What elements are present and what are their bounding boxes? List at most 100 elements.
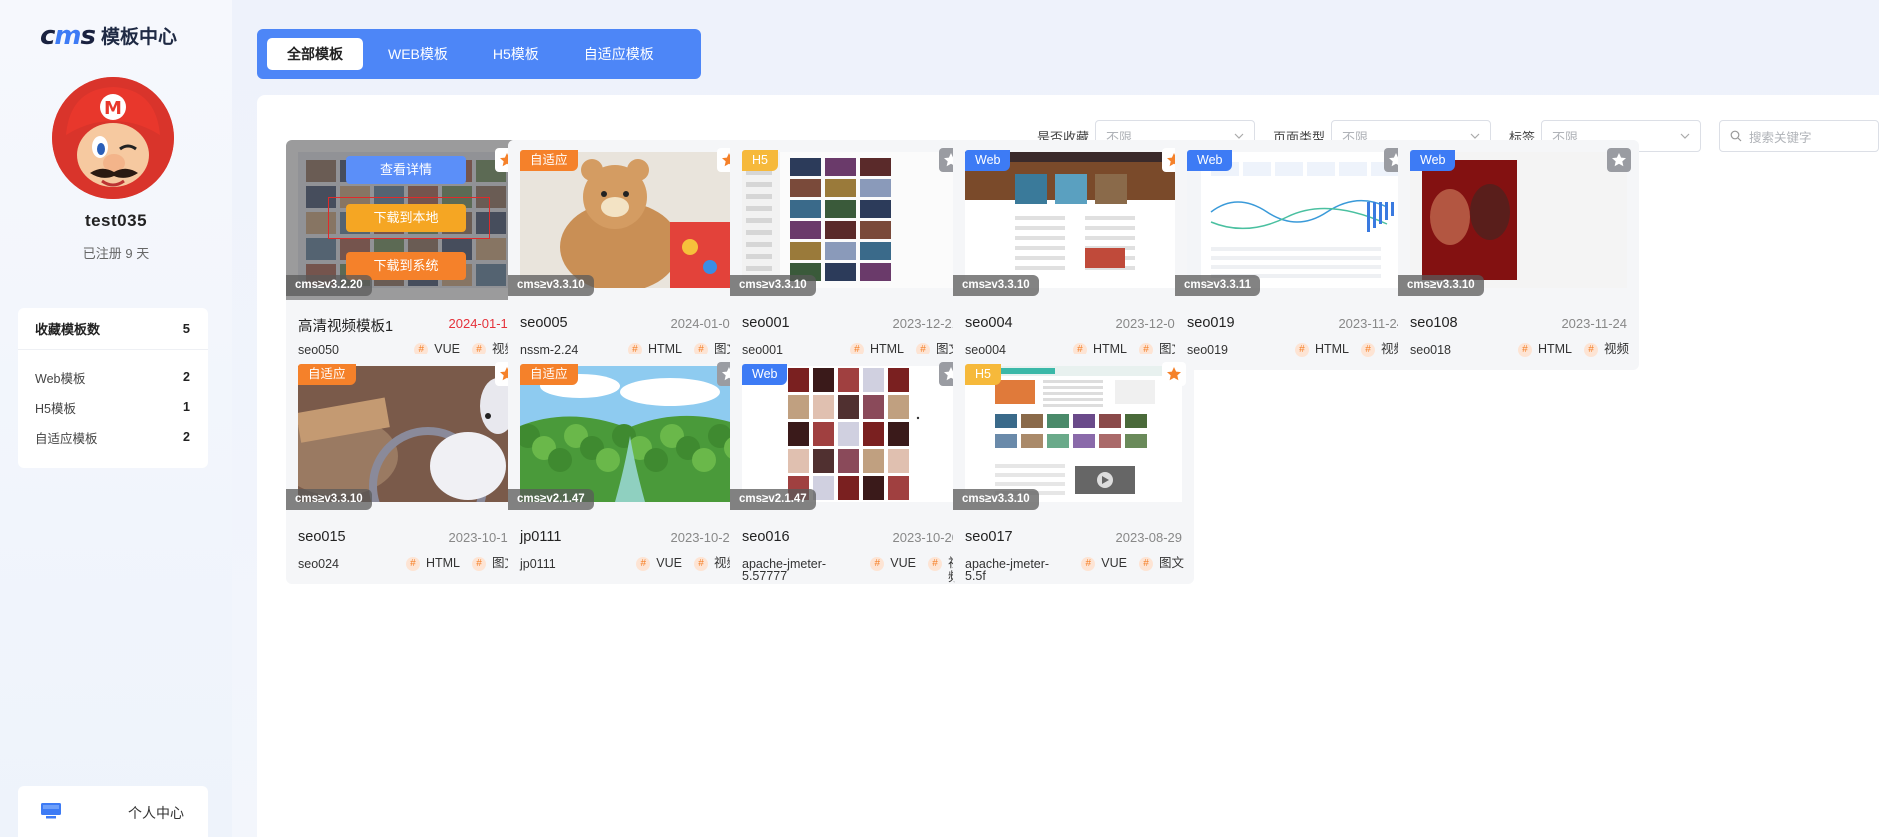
tag-label: 图文 [1158, 556, 1184, 570]
favorites-item-web[interactable]: Web模板 2 [18, 362, 208, 392]
tag-chip[interactable]: # HTML [1294, 342, 1349, 357]
avatar[interactable]: M [52, 77, 174, 199]
version-badge: cms≥v2.1.47 [508, 489, 594, 510]
favorites-item-adaptive[interactable]: 自适应模板 2 [18, 422, 208, 452]
template-card[interactable]: 自适应 cms≥v3.3.10 seo015 2023-10-18 seo024… [286, 354, 527, 584]
card-thumbnail[interactable]: H5 cms≥v3.3.10 [953, 354, 1194, 514]
card-thumbnail[interactable]: 自适应 cms≥v3.3.10 [286, 354, 527, 514]
main-panel: 是否收藏 不限 页面类型 不限 标签 不限 搜索关键字 查看详情 下载到本地 下… [257, 95, 1879, 837]
tag-chip[interactable]: # 视频 [1583, 342, 1629, 357]
card-date: 2023-10-20 [670, 530, 738, 545]
card-title[interactable]: seo019 [1187, 315, 1235, 331]
favorites-title: 收藏模板数 [35, 322, 101, 337]
tag-list: #VUE#视频 [858, 556, 961, 584]
tab-adaptive[interactable]: 自适应模板 [564, 38, 674, 70]
tag-label: HTML [1537, 342, 1572, 356]
tag-label: VUE [890, 556, 916, 570]
hash-icon: # [1360, 343, 1375, 357]
template-card[interactable]: 自适应 cms≥v2.1.47 jp0111 2023-10-20 jp0111… [508, 354, 749, 584]
tag-chip[interactable]: # VUE [636, 556, 682, 571]
logo[interactable]: c m s 模板中心 [40, 22, 177, 49]
favorites-item-label: H5模板 [35, 401, 76, 416]
template-card[interactable]: Web cms≥v3.3.11 seo019 2023-11-24 seo019… [1175, 140, 1416, 370]
template-tabs: 全部模板 WEB模板 H5模板 自适应模板 [257, 29, 701, 79]
card-title[interactable]: seo001 [742, 315, 790, 331]
download-local-button[interactable]: 下载到本地 [346, 204, 466, 232]
search-icon [1730, 130, 1742, 142]
tag-chip[interactable]: # VUE [1081, 556, 1127, 571]
tag-label: HTML [1314, 342, 1349, 356]
card-title[interactable]: seo005 [520, 315, 568, 331]
card-title[interactable]: seo108 [1410, 315, 1458, 331]
card-title[interactable]: jp0111 [520, 529, 561, 545]
favorites-item-count: 1 [183, 400, 190, 414]
card-date: 2023-12-07 [1115, 316, 1183, 331]
template-card[interactable]: 自适应 cms≥v3.3.10 seo005 2024-01-04 nssm-2… [508, 140, 749, 370]
template-card[interactable]: H5 cms≥v3.3.10 seo001 2023-12-21 seo001 … [730, 140, 971, 370]
favorite-star-icon[interactable] [1162, 362, 1186, 386]
version-badge: cms≥v3.3.10 [286, 489, 372, 510]
card-title[interactable]: 高清视频模板1 [298, 315, 393, 336]
card-title[interactable]: seo017 [965, 529, 1013, 545]
username: test035 [84, 211, 148, 230]
template-card[interactable]: Web cms≥v3.3.10 seo004 2023-12-07 seo004… [953, 140, 1194, 370]
tab-h5[interactable]: H5模板 [473, 38, 559, 70]
version-badge: cms≥v3.3.10 [730, 275, 816, 296]
favorites-item-count: 2 [183, 430, 190, 444]
template-card[interactable]: Web cms≥v2.1.47 seo016 2023-10-20 apache… [730, 354, 971, 584]
card-thumbnail[interactable]: H5 cms≥v3.3.10 [730, 140, 971, 300]
tag-label: 视频 [1603, 342, 1629, 356]
template-card[interactable]: H5 cms≥v3.3.10 seo017 2023-08-29 apache-… [953, 354, 1194, 584]
tab-web[interactable]: WEB模板 [368, 38, 468, 70]
card-subtitle: apache-jmeter-5.57777 [742, 557, 827, 583]
view-details-button[interactable]: 查看详情 [346, 156, 466, 184]
favorites-item-h5[interactable]: H5模板 1 [18, 392, 208, 422]
favorite-star-icon[interactable] [1607, 148, 1631, 172]
template-card[interactable]: Web cms≥v3.3.10 seo108 2023-11-24 seo018… [1398, 140, 1639, 370]
card-thumbnail[interactable]: Web cms≥v3.3.10 [953, 140, 1194, 300]
favorites-item-label: Web模板 [35, 371, 86, 386]
card-title[interactable]: seo004 [965, 315, 1013, 331]
template-card[interactable]: 查看详情 下载到本地 下载到系统 cms≥v3.2.20 高清视频模板1 202… [286, 140, 527, 370]
tag-chip[interactable]: # HTML [1517, 342, 1572, 357]
card-date: 2023-10-20 [892, 530, 960, 545]
card-thumbnail[interactable]: 查看详情 下载到本地 下载到系统 cms≥v3.2.20 [286, 140, 527, 300]
card-date: 2024-01-04 [670, 316, 738, 331]
card-date: 2023-11-24 [1338, 316, 1404, 331]
card-thumbnail[interactable]: Web cms≥v3.3.11 [1175, 140, 1416, 300]
tag-chip[interactable]: # 图文 [1138, 556, 1184, 571]
svg-text:M: M [104, 98, 122, 119]
search-input[interactable]: 搜索关键字 [1719, 120, 1879, 152]
logo-title: 模板中心 [101, 27, 178, 48]
card-title[interactable]: seo016 [742, 529, 790, 545]
card-date: 2023-08-29 [1115, 530, 1183, 545]
tab-all[interactable]: 全部模板 [267, 38, 363, 70]
personal-center-button[interactable]: 个人中心 [18, 786, 208, 837]
card-title[interactable]: seo015 [298, 529, 346, 545]
card-thumbnail[interactable]: Web cms≥v3.3.10 [1398, 140, 1639, 300]
tag-label: VUE [1101, 556, 1127, 570]
tag-list: # HTML # 视频 [1283, 342, 1406, 357]
type-badge: 自适应 [520, 364, 578, 385]
version-badge: cms≥v3.3.10 [953, 275, 1039, 296]
chevron-down-icon [1680, 133, 1690, 139]
personal-center-label: 个人中心 [128, 805, 184, 821]
cms-logo-mark: c m s [40, 23, 96, 49]
hash-icon: # [471, 557, 486, 571]
monitor-icon [41, 803, 61, 819]
version-badge: cms≥v3.3.11 [1175, 275, 1261, 296]
type-badge: Web [965, 150, 1011, 171]
card-thumbnail[interactable]: Web cms≥v2.1.47 [730, 354, 971, 514]
card-date: 2023-10-18 [448, 530, 516, 545]
card-subtitle: seo018 [1410, 343, 1452, 357]
card-thumbnail[interactable]: 自适应 cms≥v2.1.47 [508, 354, 749, 514]
tag-chip[interactable]: # VUE [870, 556, 916, 584]
card-subtitle: jp0111 [520, 557, 556, 571]
tag-list: # VUE # 图文 [1069, 556, 1184, 571]
type-badge: Web [1410, 150, 1456, 171]
version-badge: cms≥v3.3.10 [953, 489, 1039, 510]
hash-icon: # [1081, 557, 1096, 571]
type-badge: Web [742, 364, 788, 385]
tag-chip[interactable]: # HTML [405, 556, 460, 571]
card-thumbnail[interactable]: 自适应 cms≥v3.3.10 [508, 140, 749, 300]
